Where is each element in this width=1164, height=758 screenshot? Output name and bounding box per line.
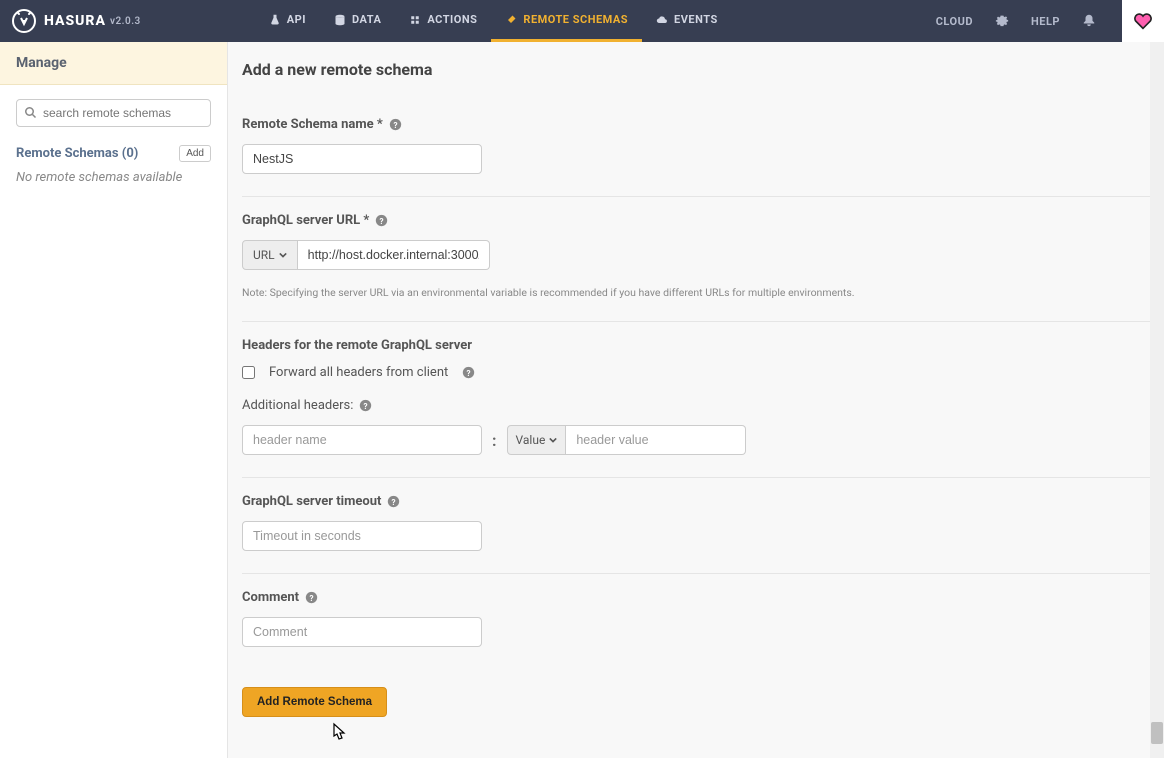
layout: Manage Remote Schemas (0) Add No remote …: [0, 42, 1164, 758]
schema-name-input[interactable]: [242, 144, 482, 174]
help-icon[interactable]: ?: [389, 118, 402, 131]
hasura-logo-icon: [12, 9, 36, 33]
header-colon: :: [492, 431, 497, 450]
svg-text:?: ?: [393, 120, 397, 130]
gear-icon: [995, 13, 1009, 27]
brand[interactable]: HASURA v2.0.3: [0, 0, 155, 42]
timeout-label: GraphQL server timeout: [242, 494, 381, 509]
url-dropdown-label: URL: [253, 248, 275, 262]
plug-icon: [505, 14, 517, 26]
timeout-input[interactable]: [242, 521, 482, 551]
help-icon[interactable]: ?: [305, 591, 318, 604]
sidebar: Manage Remote Schemas (0) Add No remote …: [0, 42, 228, 758]
svg-text:?: ?: [392, 497, 396, 507]
value-dropdown-label: Value: [516, 433, 546, 447]
scrollbar[interactable]: [1150, 42, 1164, 758]
chevron-down-icon: [279, 251, 287, 259]
flask-icon: [269, 14, 281, 26]
headers-label: Headers for the remote GraphQL server: [242, 338, 1150, 353]
header-name-input[interactable]: [242, 425, 482, 455]
nav-tab-label: REMOTE SCHEMAS: [523, 13, 628, 26]
nav-help-link[interactable]: HELP: [1027, 15, 1064, 28]
header-value-type-dropdown[interactable]: Value: [507, 425, 567, 455]
nav-tab-label: EVENTS: [674, 13, 718, 26]
brand-name: HASURA: [44, 13, 106, 29]
name-label: Remote Schema name *: [242, 117, 383, 132]
section-headers: Headers for the remote GraphQL server Fo…: [242, 322, 1150, 478]
nav-tab-label: DATA: [352, 13, 381, 26]
scrollbar-thumb[interactable]: [1151, 722, 1163, 744]
love-button[interactable]: [1122, 0, 1164, 42]
url-label: GraphQL server URL *: [242, 213, 369, 228]
comment-label: Comment: [242, 590, 299, 605]
add-remote-schema-button[interactable]: Add Remote Schema: [242, 687, 387, 717]
url-type-dropdown[interactable]: URL: [242, 240, 298, 270]
help-icon[interactable]: ?: [387, 495, 400, 508]
sidebar-add-button[interactable]: Add: [179, 145, 211, 162]
help-icon[interactable]: ?: [359, 399, 372, 412]
main: Add a new remote schema Remote Schema na…: [228, 42, 1164, 758]
nav-tab-data[interactable]: DATA: [320, 0, 395, 42]
url-input[interactable]: [298, 240, 490, 270]
section-timeout: GraphQL server timeout ?: [242, 478, 1150, 574]
forward-headers-label: Forward all headers from client: [269, 365, 448, 380]
url-input-group: URL: [242, 240, 1150, 270]
settings-icon[interactable]: [991, 13, 1013, 30]
svg-text:?: ?: [364, 401, 368, 411]
sidebar-search-input[interactable]: [43, 106, 202, 120]
forward-headers-row: Forward all headers from client ?: [242, 365, 1150, 380]
sidebar-rs-title: Remote Schemas (0): [16, 146, 138, 161]
section-comment: Comment ?: [242, 574, 1150, 669]
svg-text:?: ?: [467, 368, 471, 378]
heart-icon: [1133, 12, 1153, 30]
bell-icon: [1082, 13, 1096, 27]
cloud-icon: [656, 14, 668, 26]
nav-tab-label: API: [287, 13, 306, 26]
header-row: : Value: [242, 425, 1150, 455]
nav-tab-events[interactable]: EVENTS: [642, 0, 732, 42]
section-name: Remote Schema name * ?: [242, 101, 1150, 197]
nav-right: CLOUD HELP: [932, 0, 1164, 42]
svg-text:?: ?: [380, 216, 384, 226]
url-note: Note: Specifying the server URL via an e…: [242, 286, 1150, 299]
comment-input[interactable]: [242, 617, 482, 647]
additional-headers-label: Additional headers:: [242, 398, 353, 413]
sidebar-manage[interactable]: Manage: [0, 42, 227, 85]
sidebar-empty-msg: No remote schemas available: [16, 170, 211, 185]
nav-tab-label: ACTIONS: [427, 13, 477, 26]
help-icon[interactable]: ?: [375, 214, 388, 227]
nav-tabs: API DATA ACTIONS REMOTE SCHEMAS EVENTS: [255, 0, 732, 42]
nav-tab-actions[interactable]: ACTIONS: [395, 0, 491, 42]
svg-text:?: ?: [310, 593, 314, 603]
forward-headers-checkbox[interactable]: [242, 366, 255, 379]
header-value-input[interactable]: [566, 425, 746, 455]
page-title: Add a new remote schema: [242, 60, 1150, 79]
search-icon: [25, 107, 37, 119]
top-nav: HASURA v2.0.3 API DATA ACTIONS REMOTE SC…: [0, 0, 1164, 42]
nav-tab-remote-schemas[interactable]: REMOTE SCHEMAS: [491, 0, 642, 42]
chevron-down-icon: [549, 436, 557, 444]
sidebar-body: Remote Schemas (0) Add No remote schemas…: [0, 85, 227, 199]
database-icon: [334, 14, 346, 26]
nav-cloud-link[interactable]: CLOUD: [932, 15, 977, 28]
sidebar-rs-row: Remote Schemas (0) Add: [16, 145, 211, 162]
help-icon[interactable]: ?: [462, 366, 475, 379]
notifications-icon[interactable]: [1078, 13, 1100, 30]
section-url: GraphQL server URL * ? URL Note: Specify…: [242, 197, 1150, 322]
actions-icon: [409, 14, 421, 26]
nav-tab-api[interactable]: API: [255, 0, 320, 42]
brand-version: v2.0.3: [110, 16, 141, 27]
sidebar-search[interactable]: [16, 99, 211, 127]
